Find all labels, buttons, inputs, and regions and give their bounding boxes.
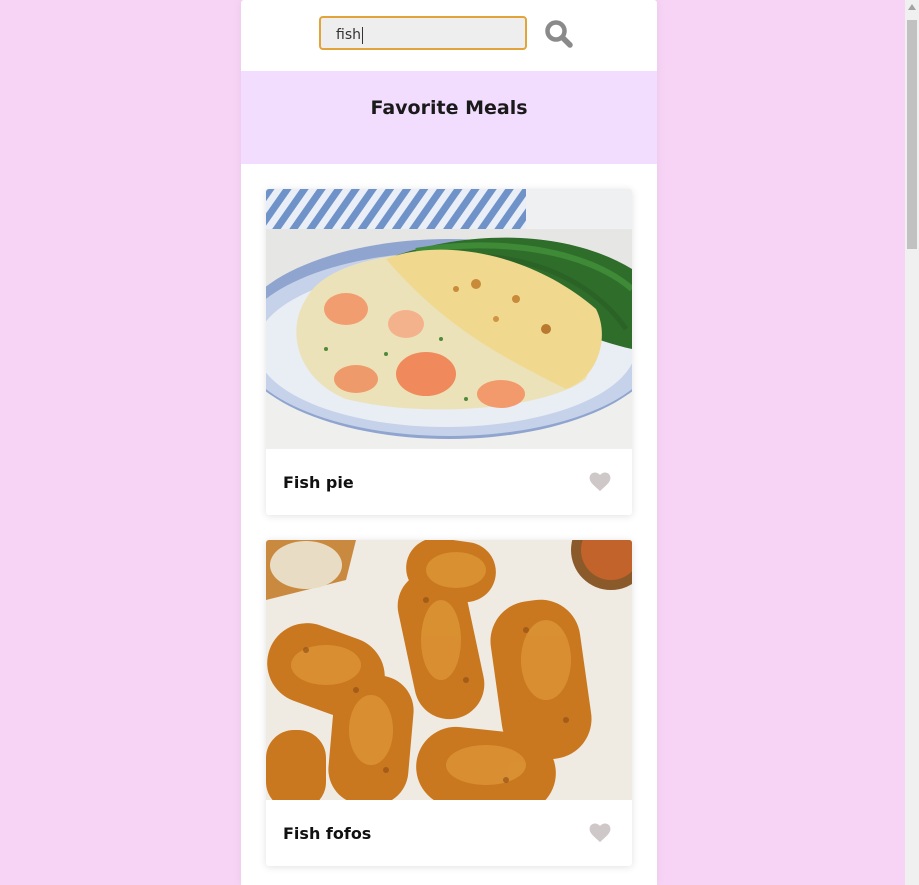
meal-card-body: Fish pie (266, 449, 632, 515)
favorite-meals-section: Favorite Meals (241, 71, 657, 164)
search-button[interactable] (544, 19, 574, 49)
scrollbar-thumb[interactable] (907, 20, 917, 249)
meal-card-body: Fish fofos (266, 800, 632, 866)
fish-fofos-photo (266, 540, 632, 800)
meals-list: Fish pie Fish fofos (241, 164, 657, 866)
search-input[interactable]: fish (319, 16, 527, 50)
search-bar: fish (241, 0, 657, 71)
fish-pie-photo (266, 189, 632, 449)
text-caret (362, 26, 363, 44)
search-input-value: fish (336, 27, 361, 43)
favorite-button[interactable] (589, 823, 611, 843)
page-scrollbar[interactable] (905, 0, 919, 885)
heart-icon (589, 823, 611, 843)
meal-name: Fish fofos (283, 823, 372, 843)
meal-card[interactable]: Fish fofos (266, 540, 632, 866)
meal-name: Fish pie (283, 472, 354, 492)
heart-icon (589, 472, 611, 492)
meal-card[interactable]: Fish pie (266, 189, 632, 515)
scroll-up-arrow-icon[interactable] (908, 4, 916, 10)
favorite-button[interactable] (589, 472, 611, 492)
magnifier-icon (545, 20, 573, 48)
app-container: fish Favorite Meals Fish pie Fish fofos (241, 0, 657, 885)
favorite-meals-title: Favorite Meals (370, 97, 528, 119)
